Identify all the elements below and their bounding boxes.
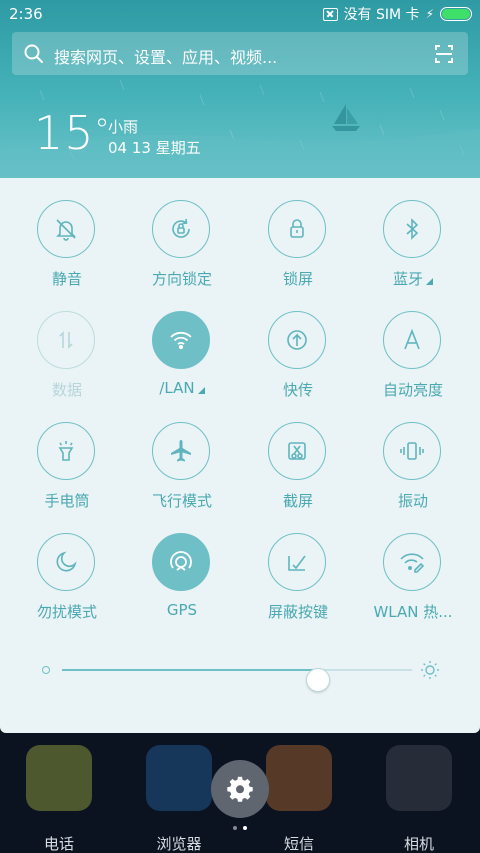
tile-wlan-hotspot[interactable]: WLAN 热...	[355, 513, 471, 621]
tile-auto-brightness[interactable]: 自动亮度	[355, 291, 471, 399]
tile-label: WLAN 热...	[373, 603, 453, 621]
sim-status-text: 没有 SIM 卡	[343, 7, 420, 23]
tile-vibrate[interactable]: 振动	[355, 402, 471, 510]
status-time: 2:36	[9, 5, 43, 23]
tile-label: 数据	[51, 381, 82, 399]
tile-flashlight[interactable]: 手电筒	[9, 402, 125, 510]
app-camera[interactable]: 相机	[360, 745, 480, 853]
tile-wlan[interactable]: /LAN	[124, 291, 240, 397]
wifi-hotspot-icon	[383, 533, 441, 591]
page-indicator	[233, 826, 247, 830]
lock-icon	[268, 200, 326, 258]
search-placeholder: 搜索网页、设置、应用、视频...	[54, 48, 278, 67]
temperature-value: 15	[34, 106, 95, 160]
vibrate-icon	[383, 422, 441, 480]
brightness-track[interactable]	[62, 668, 412, 692]
tile-quick-transfer[interactable]: 快传	[240, 291, 356, 399]
app-label: 相机	[403, 835, 434, 853]
no-sim-icon	[322, 7, 338, 21]
app-label: 电话	[43, 835, 74, 853]
brightness-fill	[62, 669, 318, 671]
tile-block-keys[interactable]: 屏蔽按键	[240, 513, 356, 621]
weather-header: 2:36 没有 SIM 卡 ⚡ 搜索网页、设置、应用、视频... 15° 小雨 …	[0, 0, 480, 178]
tile-screenshot[interactable]: 截屏	[240, 402, 356, 510]
gps-icon	[152, 533, 210, 591]
tile-do-not-disturb[interactable]: 勿扰模式	[9, 513, 125, 621]
tile-label: 方向锁定	[151, 270, 212, 288]
phone-app-icon	[26, 745, 92, 811]
screenshot-icon	[268, 422, 326, 480]
data-arrows-icon	[37, 311, 95, 369]
gear-icon	[227, 776, 253, 802]
scan-icon[interactable]	[434, 44, 454, 64]
app-label: 短信	[283, 835, 314, 853]
tile-label: GPS	[166, 601, 198, 619]
quick-settings-panel: 静音 方向锁定 锁屏 蓝牙 数据 /LAN 快传 自动亮度 手电筒 飞行模式 截…	[0, 178, 480, 733]
settings-button[interactable]	[211, 760, 269, 818]
charging-icon: ⚡	[425, 7, 434, 21]
wifi-icon	[152, 311, 210, 369]
battery-icon	[440, 7, 472, 21]
bell-mute-icon	[37, 200, 95, 258]
search-bar[interactable]: 搜索网页、设置、应用、视频...	[12, 32, 468, 75]
tile-label: 蓝牙	[355, 268, 471, 289]
tile-label: 自动亮度	[382, 381, 443, 399]
sailboat-icon	[332, 104, 360, 131]
app-phone[interactable]: 电话	[0, 745, 120, 853]
upload-icon	[268, 311, 326, 369]
tile-label: 静音	[51, 270, 82, 288]
tile-label: 快传	[282, 381, 313, 399]
block-keys-icon	[268, 533, 326, 591]
brightness-knob[interactable]	[306, 668, 330, 692]
airplane-icon	[152, 422, 210, 480]
bluetooth-icon	[383, 200, 441, 258]
tile-label: 勿扰模式	[36, 603, 97, 621]
weather-date: 04 13 星期五	[108, 139, 201, 157]
tile-bluetooth[interactable]: 蓝牙	[355, 180, 471, 288]
camera-app-icon	[386, 745, 452, 811]
moon-icon	[37, 533, 95, 591]
brightness-high-icon	[421, 661, 439, 679]
tile-airplane-mode[interactable]: 飞行模式	[124, 402, 240, 510]
tile-label: 锁屏	[282, 270, 313, 288]
tile-label: 屏蔽按键	[267, 603, 328, 621]
tile-gps[interactable]: GPS	[124, 513, 240, 619]
tile-label: 飞行模式	[151, 492, 212, 510]
search-icon	[24, 44, 43, 63]
auto-brightness-icon	[383, 311, 441, 369]
tile-label: 截屏	[282, 492, 313, 510]
tile-label: 振动	[397, 492, 428, 510]
status-indicators: 没有 SIM 卡 ⚡	[322, 4, 472, 24]
app-label: 浏览器	[156, 835, 202, 853]
tile-rotation-lock[interactable]: 方向锁定	[124, 180, 240, 288]
flashlight-icon	[37, 422, 95, 480]
tile-silent[interactable]: 静音	[9, 180, 125, 288]
page-dot-active[interactable]	[243, 826, 247, 830]
tile-label: 手电筒	[44, 492, 90, 510]
battery-level	[442, 9, 470, 19]
tile-label: /LAN	[124, 379, 240, 397]
rotation-lock-icon	[152, 200, 210, 258]
brightness-low-icon	[42, 666, 50, 674]
browser-app-icon	[146, 745, 212, 811]
tile-lock-screen[interactable]: 锁屏	[240, 180, 356, 288]
status-bar: 2:36 没有 SIM 卡 ⚡	[0, 0, 480, 28]
brightness-slider[interactable]	[40, 658, 440, 692]
tile-mobile-data[interactable]: 数据	[9, 291, 125, 399]
messages-app-icon	[266, 745, 332, 811]
page-dot[interactable]	[233, 826, 237, 830]
weather-condition: 小雨	[108, 118, 139, 136]
temperature: 15°	[34, 108, 111, 158]
